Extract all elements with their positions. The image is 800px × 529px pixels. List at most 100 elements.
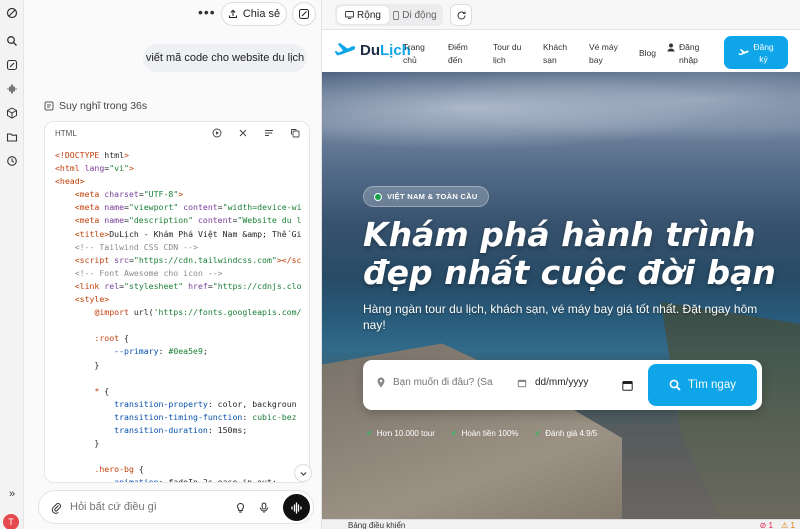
signin-link[interactable]: Đăng nhập [667, 41, 699, 67]
preview-toolbar: Rộng Di động [322, 0, 800, 30]
hero-subtitle: Hàng ngàn tour du lịch, khách sạn, vé má… [363, 302, 758, 332]
destination-input[interactable] [393, 377, 493, 388]
check-icon: ✓ [450, 429, 458, 438]
compose-icon [299, 9, 309, 19]
code-line: --primary: #0ea5e9; [114, 346, 208, 357]
thought-label: Suy nghĩ trong 36s [59, 100, 148, 112]
desktop-view-label: Rộng [357, 9, 381, 21]
scroll-down-button[interactable] [294, 464, 312, 482]
code-line: } [55, 359, 100, 370]
code-line: <head> [55, 176, 85, 187]
date-field[interactable]: dd/mm/yyyy [517, 377, 588, 388]
site-navbar: DuLịch Trang chủ Điểm đến Tour du lịch Khác… [322, 31, 800, 72]
search-button[interactable]: Tìm ngay [648, 364, 757, 406]
code-content: <!DOCTYPE html> <html lang="vi"> <head> <m… [55, 149, 309, 483]
code-line: <!-- Font Awesome cho icon --> [74, 267, 223, 278]
nav-blog[interactable]: Blog [639, 47, 656, 60]
cube-icon[interactable] [5, 106, 19, 120]
edit-icon[interactable] [5, 58, 19, 72]
chat-panel: ••• Chia sẻ viết mã code cho website du … [24, 0, 321, 529]
globe-icon [374, 192, 382, 201]
site-logo[interactable]: DuLịch [334, 41, 411, 59]
console-label: Bảng điều khiển [348, 521, 406, 529]
thought-summary[interactable]: Suy nghĩ trong 36s [44, 100, 147, 112]
code-line: animation: fadeIn 2s ease-in-out; [114, 477, 277, 483]
code-line: transition-duration: 150ms; [114, 424, 248, 435]
code-line: transition-property: color, backgroun [114, 398, 297, 409]
nav-tours[interactable]: Tour du lịch [493, 41, 521, 67]
calendar-icon [517, 379, 527, 387]
error-count-badge[interactable]: ⊘ 1 [760, 521, 773, 529]
history-icon[interactable] [5, 154, 19, 168]
search-icon[interactable] [5, 34, 19, 48]
nav-flights[interactable]: Vé máy bay [589, 41, 618, 67]
new-chat-button[interactable] [292, 2, 316, 26]
date-input[interactable]: dd/mm/yyyy [535, 377, 588, 388]
preview-panel: Rộng Di động DuLịch Trang chủ Điểm đến Tou… [321, 0, 800, 529]
code-line: <link rel="stylesheet" href="https://cdn… [74, 280, 302, 291]
collapse-icon[interactable] [237, 127, 249, 139]
logo-icon[interactable] [5, 6, 19, 20]
check-icon: ✓ [534, 429, 542, 438]
airplane-icon [334, 43, 355, 56]
mobile-view-tab[interactable]: Di động [389, 6, 441, 24]
waveform-icon[interactable] [5, 82, 19, 96]
chat-input[interactable] [70, 501, 220, 513]
expand-sidebar-icon[interactable]: » [5, 487, 19, 501]
plane-icon [738, 49, 749, 56]
code-line: <style> [74, 294, 110, 305]
share-button[interactable]: Chia sẻ [221, 2, 287, 26]
hero-clouds [322, 72, 800, 162]
avatar[interactable]: T [3, 514, 19, 529]
lightbulb-icon[interactable] [235, 501, 246, 519]
copy-icon[interactable] [289, 127, 301, 139]
voice-mode-button[interactable] [283, 494, 310, 521]
code-line: @import url('https://fonts.googleapis.co… [94, 307, 302, 318]
code-line: <html lang="vi"> [55, 163, 134, 174]
code-line: <script src="https://cdn.tailwindcss.com… [74, 254, 302, 265]
upload-icon [228, 9, 237, 18]
code-line: <meta charset="UTF-8"> [74, 189, 184, 200]
more-options-button[interactable]: ••• [198, 4, 216, 20]
icon-rail: » T [0, 0, 24, 529]
hero-cliff [322, 343, 622, 519]
code-line: * { [94, 385, 110, 396]
console-bar[interactable]: Bảng điều khiển ⊘ 1 ⚠ 1 [322, 519, 800, 529]
run-icon[interactable] [211, 127, 223, 139]
trust-badge-refund: ✓ Hoàn tiền 100% [450, 429, 519, 438]
code-line: <!DOCTYPE html> [55, 150, 129, 160]
trust-badge-rating: ✓ Đánh giá 4.9/5 [534, 429, 598, 438]
code-line: <!-- Tailwind CSS CDN --> [74, 241, 198, 252]
code-line: <meta name="description" content="Websit… [74, 215, 302, 226]
code-line: <meta name="viewport" content="width=dev… [74, 202, 302, 213]
share-label: Chia sẻ [242, 8, 281, 20]
signup-button[interactable]: Đăng ký [724, 36, 788, 69]
phone-icon [393, 10, 400, 20]
destination-field[interactable] [377, 377, 493, 388]
desktop-view-tab[interactable]: Rộng [337, 6, 389, 24]
calendar-picker-icon[interactable] [622, 378, 633, 396]
refresh-button[interactable] [450, 4, 472, 26]
nav-destinations[interactable]: Điểm đến [448, 41, 468, 67]
code-line: } [55, 438, 100, 449]
trust-badge-tours: ✓ Hơn 10.000 tour [366, 429, 435, 438]
code-line: :root { [94, 333, 129, 344]
attach-icon[interactable] [51, 501, 62, 519]
folder-icon[interactable] [5, 130, 19, 144]
voice-waveform-icon [291, 501, 302, 514]
code-line: <title>DuLịch - Khám Phá Việt Nam &amp; … [74, 228, 302, 239]
region-badge: VIỆT NAM & TOÀN CẦU [363, 186, 489, 207]
nav-hotels[interactable]: Khách sạn [543, 41, 567, 67]
user-message: viết mã code cho website du lịch [143, 44, 307, 72]
wrap-lines-icon[interactable] [263, 127, 275, 139]
code-block: HTML <!DOCTYPE html> <html lang="vi"> <hea… [44, 121, 310, 483]
nav-home[interactable]: Trang chủ [403, 41, 425, 67]
site-preview: DuLịch Trang chủ Điểm đến Tour du lịch Khác… [322, 31, 800, 519]
microphone-icon[interactable] [259, 501, 269, 519]
chevron-down-icon [300, 471, 306, 476]
trust-badges: ✓ Hơn 10.000 tour ✓ Hoàn tiền 100% ✓ Đánh g… [366, 429, 597, 438]
warning-count-badge[interactable]: ⚠ 1 [781, 521, 795, 529]
